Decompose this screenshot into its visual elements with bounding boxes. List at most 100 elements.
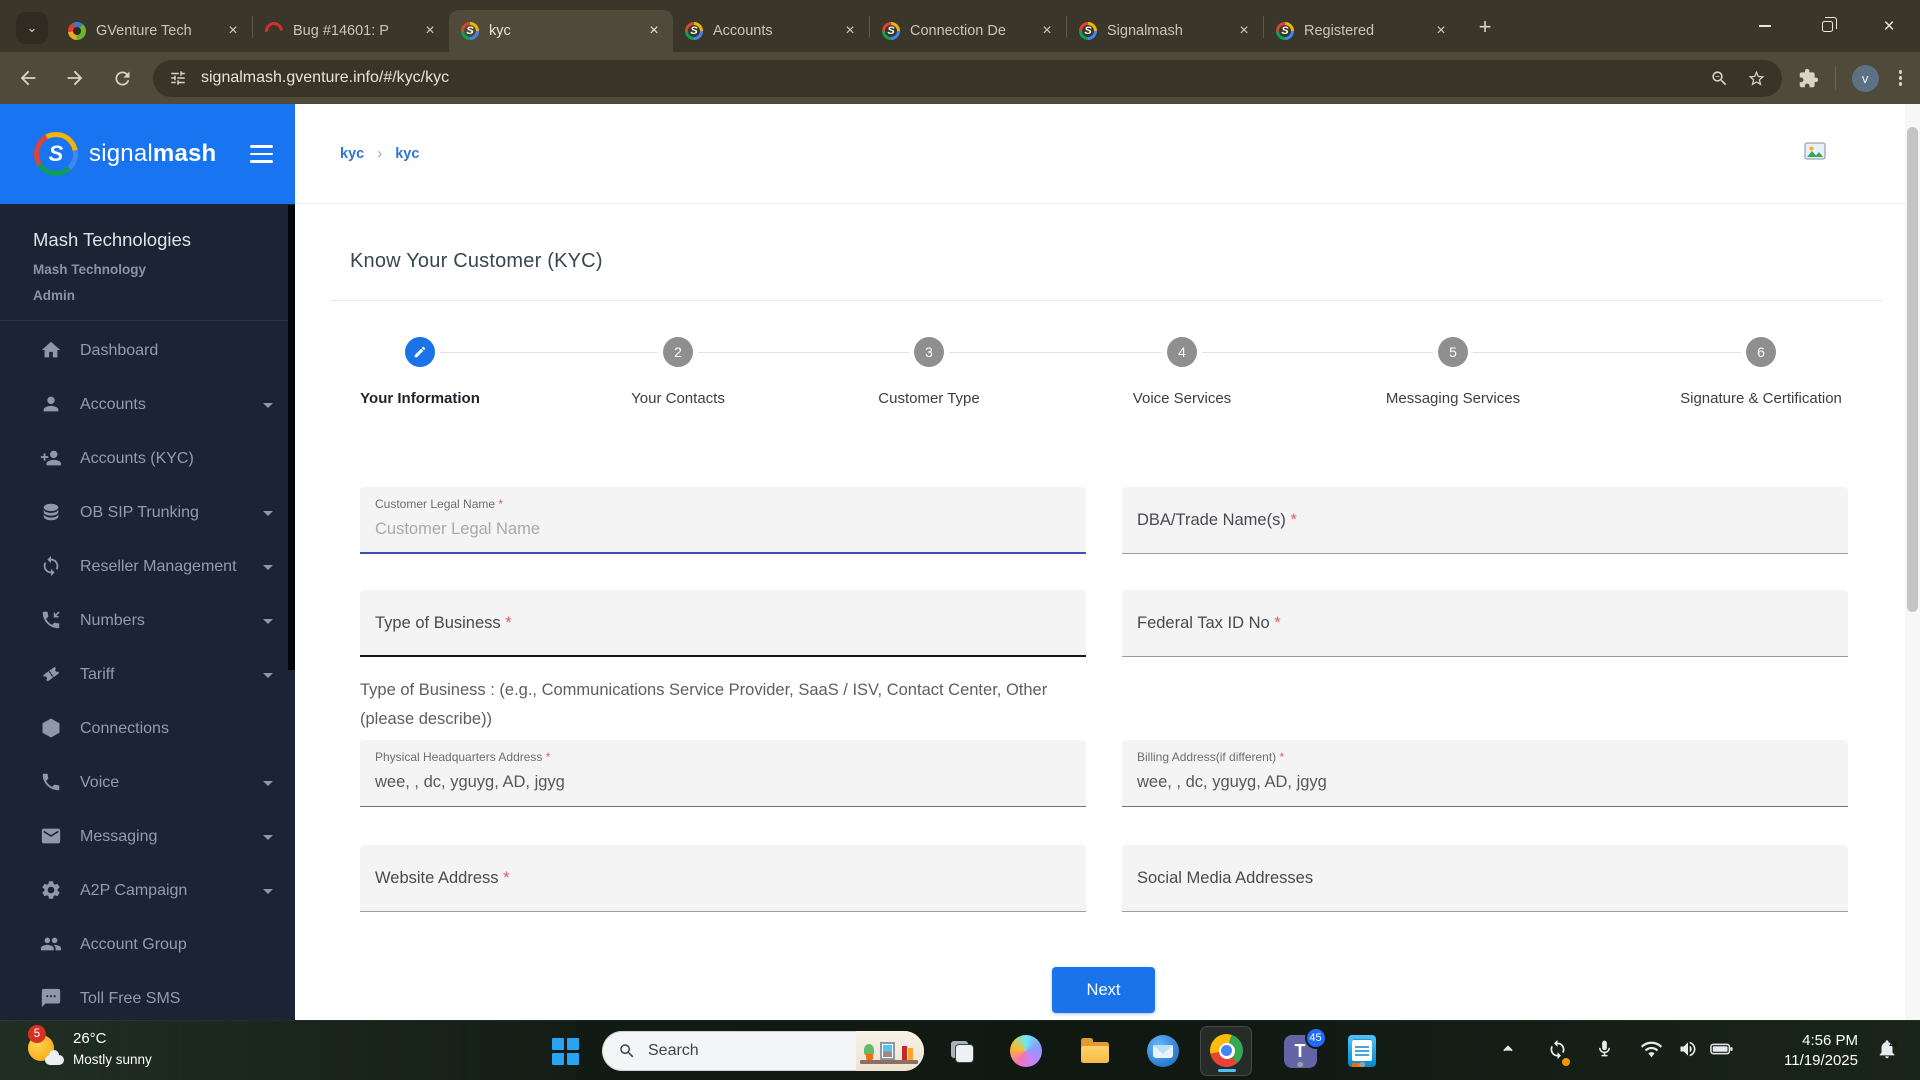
sidebar-item-toll-free-sms[interactable]: Toll Free SMS [0, 972, 295, 1020]
sidebar-item-a2p-campaign[interactable]: A2P Campaign [0, 864, 295, 918]
step-your-contacts[interactable]: 2 Your Contacts [563, 337, 793, 407]
browser-menu-icon[interactable] [1895, 66, 1906, 89]
tab-close-icon[interactable]: × [1036, 20, 1058, 42]
sidebar-scrollbar-thumb[interactable] [288, 205, 295, 670]
page-scrollbar[interactable] [1905, 104, 1920, 1020]
step-your-information[interactable]: Your Information [305, 337, 535, 407]
database-icon [40, 501, 64, 525]
federal-tax-id-field[interactable]: Federal Tax ID No * [1122, 590, 1848, 657]
breadcrumb-item[interactable]: kyc [395, 146, 419, 162]
page-scrollbar-thumb[interactable] [1907, 127, 1918, 612]
sidebar-item-reseller-management[interactable]: Reseller Management [0, 540, 295, 594]
step-voice-services[interactable]: 4 Voice Services [1067, 337, 1297, 407]
forward-button[interactable] [56, 59, 94, 97]
sidebar-item-dashboard[interactable]: Dashboard [0, 324, 295, 378]
tray-volume-icon[interactable] [1678, 1039, 1698, 1064]
sidebar-item-accounts-kyc[interactable]: Accounts (KYC) [0, 432, 295, 486]
signalmash-favicon [1079, 22, 1097, 40]
taskbar-clock[interactable]: 4:56 PM 11/19/2025 [1784, 1031, 1858, 1071]
sidebar-item-messaging[interactable]: Messaging [0, 810, 295, 864]
tray-chevron-up-icon[interactable] [1498, 1039, 1518, 1064]
tray-update-icon[interactable] [1547, 1039, 1570, 1066]
tab-close-icon[interactable]: × [222, 20, 244, 42]
thunderbird-icon[interactable] [1145, 1033, 1181, 1069]
website-address-field[interactable]: Website Address * [360, 845, 1086, 912]
back-button[interactable] [9, 59, 47, 97]
new-tab-button[interactable]: + [1470, 12, 1500, 42]
tab-close-icon[interactable]: × [1430, 20, 1452, 42]
step-messaging-services[interactable]: 5 Messaging Services [1338, 337, 1568, 407]
minimize-button[interactable] [1734, 0, 1796, 52]
start-button[interactable] [552, 1038, 579, 1065]
sidebar-item-numbers[interactable]: Numbers [0, 594, 295, 648]
extensions-icon[interactable] [1798, 68, 1819, 89]
brand-name: signalmash [89, 140, 217, 167]
sidebar-item-voice[interactable]: Voice [0, 756, 295, 810]
url-text[interactable]: signalmash.gventure.info/#/kyc/kyc [201, 69, 449, 87]
close-button[interactable]: × [1858, 0, 1920, 52]
browser-toolbar: signalmash.gventure.info/#/kyc/kyc v [0, 52, 1920, 104]
chevron-down-icon [263, 510, 273, 516]
reload-button[interactable] [103, 59, 141, 97]
zoom-out-icon[interactable] [1710, 69, 1729, 88]
notification-bell-icon[interactable]: zz [1876, 1038, 1898, 1065]
step-customer-type[interactable]: 3 Customer Type [814, 337, 1044, 407]
browser-tab-bug[interactable]: Bug #14601: P × [253, 10, 449, 52]
physical-headquarters-address-field[interactable]: Physical Headquarters Address * wee, , d… [360, 740, 1086, 807]
taskbar-search[interactable]: Search [602, 1031, 924, 1071]
browser-tab-kyc-active[interactable]: kyc × [449, 10, 673, 52]
tab-close-icon[interactable]: × [419, 20, 441, 42]
sidebar-item-tariff[interactable]: Tariff [0, 648, 295, 702]
address-bar[interactable]: signalmash.gventure.info/#/kyc/kyc [153, 59, 1782, 97]
tab-close-icon[interactable]: × [1233, 20, 1255, 42]
tab-search-button[interactable]: ⌄ [16, 12, 48, 44]
customer-legal-name-field[interactable]: Customer Legal Name * Customer Legal Nam… [360, 487, 1086, 554]
browser-tab-connection[interactable]: Connection De × [870, 10, 1066, 52]
teams-icon[interactable]: T 45 [1282, 1026, 1327, 1069]
update-dot [1562, 1058, 1570, 1066]
org-subtitle: Mash Technology [33, 262, 147, 277]
profile-image-icon[interactable] [1803, 139, 1827, 168]
bookmark-star-icon[interactable] [1747, 69, 1766, 88]
copilot-icon[interactable] [1008, 1033, 1044, 1069]
teams-badge: 45 [1304, 1026, 1327, 1049]
tray-battery-icon[interactable] [1710, 1039, 1734, 1064]
people-icon [40, 933, 64, 957]
step-signature-certification[interactable]: 6 Signature & Certification [1646, 337, 1876, 407]
browser-tab-accounts[interactable]: Accounts × [673, 10, 869, 52]
chrome-taskbar-active[interactable] [1200, 1026, 1252, 1076]
tray-wifi-icon[interactable] [1641, 1039, 1662, 1065]
type-of-business-field[interactable]: Type of Business * [360, 590, 1086, 657]
tab-close-icon[interactable]: × [643, 20, 665, 42]
tab-title: GVenture Tech [96, 23, 192, 39]
browser-tab-signalmash[interactable]: Signalmash × [1067, 10, 1263, 52]
site-settings-icon[interactable] [169, 69, 187, 87]
dba-trade-name-field[interactable]: DBA/Trade Name(s) * [1122, 487, 1848, 554]
file-explorer-icon[interactable] [1077, 1033, 1113, 1069]
weather-widget[interactable]: 5 26°C Mostly sunny [26, 1025, 152, 1068]
hamburger-menu-icon[interactable] [250, 145, 273, 163]
billing-address-field[interactable]: Billing Address(if different) * wee, , d… [1122, 740, 1848, 807]
breadcrumb-item[interactable]: kyc [340, 146, 364, 162]
tab-close-icon[interactable]: × [839, 20, 861, 42]
toolbar-divider [1834, 66, 1836, 90]
sidebar-item-account-group[interactable]: Account Group [0, 918, 295, 972]
task-view-button[interactable] [944, 1033, 980, 1069]
social-media-addresses-field[interactable]: Social Media Addresses [1122, 845, 1848, 912]
profile-avatar[interactable]: v [1851, 64, 1879, 92]
call-received-icon [40, 609, 64, 633]
billing-address-value: wee, , dc, yguyg, AD, jgyg [1137, 773, 1327, 791]
notepad-icon[interactable] [1344, 1033, 1380, 1069]
step-active-dot[interactable] [405, 337, 435, 367]
restore-button[interactable] [1796, 0, 1858, 52]
weather-condition: Mostly sunny [73, 1051, 152, 1067]
next-button[interactable]: Next [1052, 967, 1155, 1013]
sidebar-item-accounts[interactable]: Accounts [0, 378, 295, 432]
browser-tab-registered[interactable]: Registered × [1264, 10, 1460, 52]
sidebar-item-ob-sip-trunking[interactable]: OB SIP Trunking [0, 486, 295, 540]
sidebar-item-connections[interactable]: Connections [0, 702, 295, 756]
browser-tab-gventure[interactable]: GVenture Tech × [56, 10, 252, 52]
tray-microphone-icon[interactable] [1595, 1039, 1614, 1063]
chevron-down-icon [263, 618, 273, 624]
tab-title: Signalmash [1107, 23, 1183, 39]
